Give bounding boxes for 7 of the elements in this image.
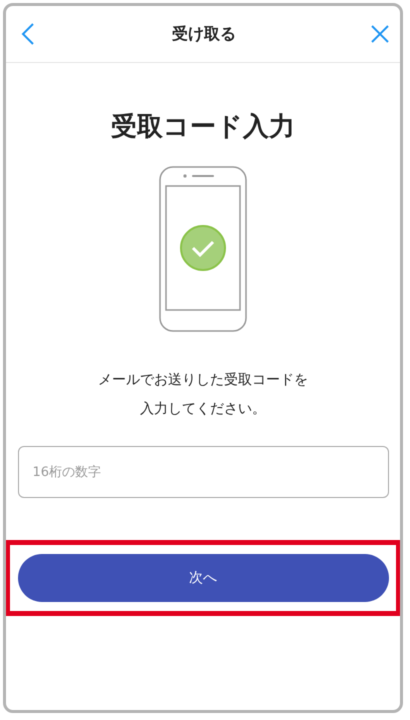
next-button[interactable]: 次へ [18, 554, 388, 602]
back-icon [21, 23, 35, 45]
page-heading: 受取コード入力 [111, 111, 295, 144]
code-input-field[interactable]: 16桁の数字 [18, 446, 388, 498]
header-title: 受け取る [172, 24, 236, 44]
close-icon [371, 25, 389, 43]
instruction-text: メールでお送りした受取コードを 入力してください。 [98, 371, 308, 419]
